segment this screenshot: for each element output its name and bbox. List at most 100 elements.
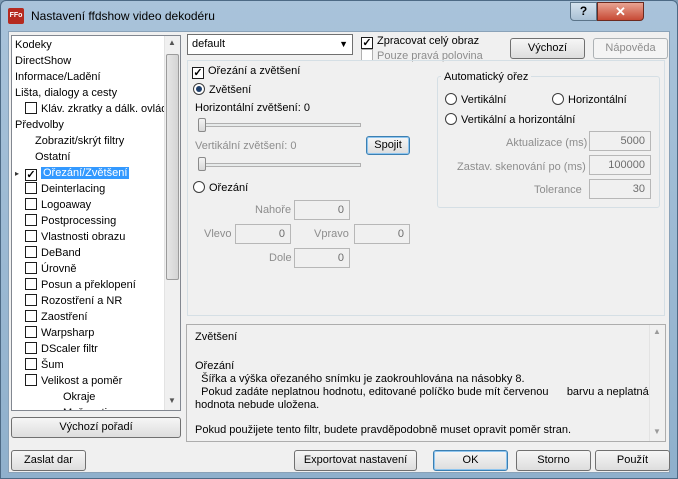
- crop-radio-dot[interactable]: [193, 181, 205, 193]
- tree-item-label: Předvolby: [15, 119, 64, 131]
- autocrop-horizontal-radio[interactable]: Horizontální: [552, 93, 627, 107]
- tree-item-checkbox[interactable]: [25, 198, 37, 210]
- process-whole-checkbox[interactable]: ✓ Zpracovat celý obraz: [361, 34, 479, 49]
- scroll-up-icon[interactable]: ▲: [168, 38, 176, 47]
- tree-item[interactable]: Vlastnosti obrazu: [25, 229, 125, 245]
- tree-item-checkbox[interactable]: [25, 102, 37, 114]
- link-button[interactable]: Spojit: [366, 136, 410, 155]
- tree-item-checkbox[interactable]: [25, 230, 37, 242]
- tree-item-checkbox[interactable]: [25, 246, 37, 258]
- apply-button[interactable]: Použít: [595, 450, 670, 471]
- tree-item[interactable]: DeBand: [25, 245, 81, 261]
- tree-item-checkbox[interactable]: [25, 342, 37, 354]
- tree-item-checkbox[interactable]: [25, 278, 37, 290]
- description-box[interactable]: Zvětšení Ořezání Šířka a výška ořezaného…: [186, 324, 666, 442]
- default-order-button[interactable]: Výchozí pořadí: [11, 417, 181, 438]
- tree-item-label: Zaostření: [41, 311, 88, 323]
- tree-item[interactable]: Kláv. zkratky a dálk. ovládání: [25, 101, 180, 117]
- tree-item-checkbox[interactable]: [25, 310, 37, 322]
- scroll-thumb[interactable]: [166, 54, 179, 280]
- tree-item-label: Ostatní: [35, 151, 71, 163]
- tree-item[interactable]: DScaler filtr: [25, 341, 98, 357]
- tree-item[interactable]: Logoaway: [25, 197, 91, 213]
- autocrop-vertical-dot[interactable]: [445, 93, 457, 105]
- tree-item[interactable]: Zobrazit/skrýt filtry: [35, 133, 124, 149]
- right-field[interactable]: 0: [354, 224, 410, 244]
- top-label: Nahoře: [255, 204, 292, 216]
- tree-item-label: DeBand: [41, 247, 81, 259]
- tree-item[interactable]: Předvolby: [15, 117, 64, 133]
- help-button[interactable]: Nápověda: [593, 38, 668, 59]
- tree-item[interactable]: Velikost a poměr: [25, 373, 122, 389]
- tree-item-checkbox[interactable]: [25, 326, 37, 338]
- autocrop-title: Automatický ořez: [441, 70, 532, 84]
- close-button[interactable]: ✕: [597, 2, 644, 21]
- tree-item-checkbox[interactable]: [25, 374, 37, 386]
- tree-item[interactable]: Informace/Ladění: [15, 69, 101, 85]
- tree-scrollbar[interactable]: ▲ ▼: [164, 36, 180, 410]
- bottom-field[interactable]: 0: [294, 248, 350, 268]
- autocrop-vertical-radio[interactable]: Vertikální: [445, 93, 506, 107]
- desc-line-4: Pokud zadáte neplatnou hodnotu, editovan…: [195, 386, 649, 398]
- zoom-radio[interactable]: Zvětšení: [193, 83, 251, 97]
- preset-combo[interactable]: default ▼: [187, 34, 353, 55]
- horizontal-zoom-track[interactable]: [199, 123, 361, 127]
- horizontal-zoom-thumb[interactable]: [198, 118, 206, 132]
- title-bar[interactable]: FFo Nastavení ffdshow video dekodéru ? ✕: [1, 1, 677, 31]
- tree-item[interactable]: DirectShow: [15, 53, 71, 69]
- tree-item[interactable]: Okraje: [63, 389, 95, 405]
- tree-item-checkbox[interactable]: [25, 214, 37, 226]
- zoom-radio-dot[interactable]: [193, 83, 205, 95]
- donate-button[interactable]: Zaslat dar: [11, 450, 86, 471]
- crop-radio[interactable]: Ořezání: [193, 181, 248, 195]
- ok-button[interactable]: OK: [433, 450, 508, 471]
- autocrop-both-dot[interactable]: [445, 113, 457, 125]
- tree-item[interactable]: Ostatní: [35, 149, 70, 165]
- tree-item-label: Velikost a poměr: [41, 375, 123, 387]
- desc-scroll-down-icon[interactable]: ▼: [653, 427, 661, 436]
- left-field[interactable]: 0: [235, 224, 291, 244]
- scroll-down-icon[interactable]: ▼: [168, 396, 176, 405]
- tree-item[interactable]: Posun a překlopení: [25, 277, 136, 293]
- filter-tree[interactable]: Kodeky DirectShow Informace/Ladění Lišta, d…: [11, 35, 181, 411]
- tree-item[interactable]: Rozostření a NR: [25, 293, 122, 309]
- defaults-button[interactable]: Výchozí: [510, 38, 585, 59]
- tree-item-checkbox[interactable]: [25, 262, 37, 274]
- tree-item[interactable]: Úrovně: [25, 261, 76, 277]
- tree-item[interactable]: Šum: [25, 357, 64, 373]
- crop-enable-checkbox[interactable]: ✓ Ořezání a zvětšení: [192, 64, 300, 79]
- tree-item[interactable]: Kodeky: [15, 37, 52, 53]
- tree-item[interactable]: Lišta, dialogy a cesty: [15, 85, 117, 101]
- tree-item[interactable]: Zaostření: [25, 309, 87, 325]
- stop-scan-field[interactable]: 100000: [589, 155, 651, 175]
- tree-item-label: DirectShow: [15, 55, 72, 67]
- tree-item-checkbox[interactable]: ✓: [25, 169, 37, 181]
- description-scrollbar[interactable]: ▲ ▼: [649, 325, 665, 441]
- vertical-zoom-track[interactable]: [199, 163, 361, 167]
- tree-item-checkbox[interactable]: [25, 182, 37, 194]
- crop-enable-check[interactable]: ✓: [192, 67, 204, 79]
- vertical-zoom-label: Vertikální zvětšení: 0: [195, 140, 297, 152]
- tree-item[interactable]: Deinterlacing: [25, 181, 105, 197]
- autocrop-both-radio[interactable]: Vertikální a horizontální: [445, 113, 575, 127]
- tree-item-checkbox[interactable]: [25, 358, 37, 370]
- desc-scroll-up-icon[interactable]: ▲: [653, 327, 661, 336]
- tree-item[interactable]: Možnosti: [63, 405, 107, 410]
- vertical-zoom-thumb[interactable]: [198, 157, 206, 171]
- update-field[interactable]: 5000: [589, 131, 651, 151]
- tree-item-checkbox[interactable]: [25, 294, 37, 306]
- tree-item[interactable]: ▸ ✓ Ořezání/Zvětšení: [15, 165, 130, 181]
- cancel-button[interactable]: Storno: [516, 450, 591, 471]
- expander-icon[interactable]: ▸: [15, 166, 19, 182]
- process-whole-check[interactable]: ✓: [361, 37, 373, 49]
- tree-item-label: Rozostření a NR: [41, 295, 123, 307]
- desc-line-2: Ořezání: [195, 360, 235, 372]
- tolerance-field[interactable]: 30: [589, 179, 651, 199]
- tree-item[interactable]: Warpsharp: [25, 325, 94, 341]
- tree-item-label: Informace/Ladění: [15, 71, 101, 83]
- help-title-button[interactable]: ?: [570, 2, 597, 21]
- tree-item[interactable]: Postprocessing: [25, 213, 116, 229]
- export-settings-button[interactable]: Exportovat nastavení: [294, 450, 417, 471]
- top-field[interactable]: 0: [294, 200, 350, 220]
- autocrop-horizontal-dot[interactable]: [552, 93, 564, 105]
